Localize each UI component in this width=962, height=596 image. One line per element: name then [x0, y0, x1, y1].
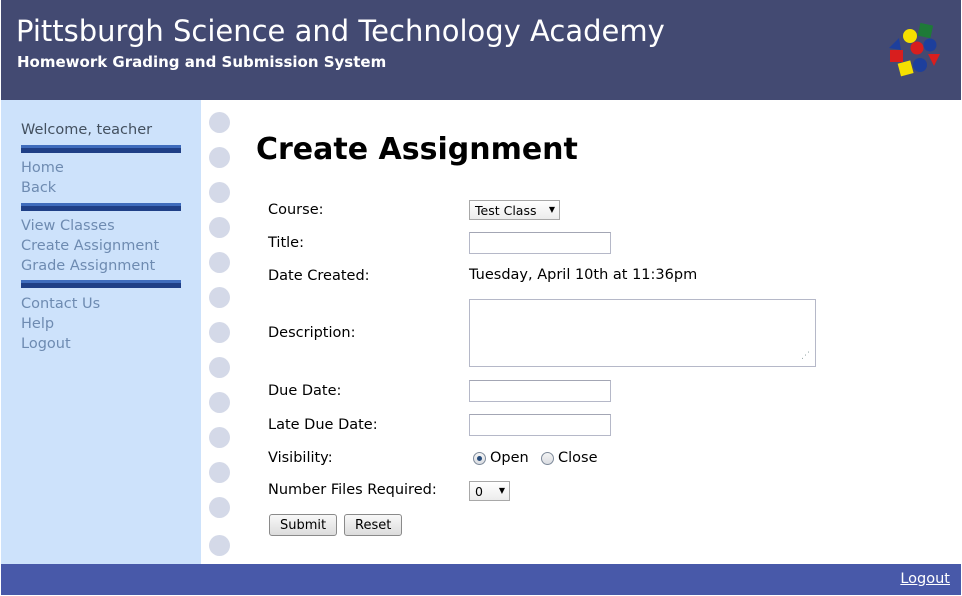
welcome-text: Welcome, teacher: [21, 122, 153, 138]
chevron-down-icon: ▼: [498, 486, 505, 495]
reset-button[interactable]: Reset: [344, 514, 403, 536]
course-select[interactable]: Test Class ▼: [469, 200, 560, 220]
site-subtitle: Homework Grading and Submission System: [17, 53, 387, 71]
sidebar-item-back[interactable]: Back: [21, 180, 56, 196]
late-due-date-label: Late Due Date:: [268, 417, 378, 433]
sidebar-divider: [21, 280, 181, 288]
description-label: Description:: [268, 325, 356, 341]
files-required-label: Number Files Required:: [268, 482, 437, 498]
sidebar-item-grade-assignment[interactable]: Grade Assignment: [21, 258, 155, 274]
sidebar-item-create-assignment[interactable]: Create Assignment: [21, 238, 159, 254]
sidebar-divider: [21, 203, 181, 211]
course-label: Course:: [268, 202, 324, 218]
visibility-close-radio[interactable]: Close: [541, 450, 598, 466]
description-textarea[interactable]: [469, 299, 816, 367]
submit-button[interactable]: Submit: [269, 514, 338, 536]
sidebar-item-help[interactable]: Help: [21, 316, 54, 332]
visibility-close-label[interactable]: Close: [558, 450, 598, 466]
chevron-down-icon: ▼: [548, 205, 555, 214]
resize-grip-icon[interactable]: ⋰: [801, 352, 810, 361]
site-title: Pittsburgh Science and Technology Academ…: [16, 14, 665, 48]
date-created-label: Date Created:: [268, 268, 370, 284]
sidebar-divider: [21, 145, 181, 153]
sidebar-item-logout[interactable]: Logout: [21, 336, 71, 352]
main-content: Create Assignment Course: Test Class ▼ T…: [201, 100, 961, 564]
date-created-value: Tuesday, April 10th at 11:36pm: [469, 267, 698, 283]
radio-unchecked-icon[interactable]: [541, 451, 554, 465]
footer-logout-link[interactable]: Logout: [900, 571, 950, 587]
visibility-open-radio[interactable]: Open: [473, 450, 529, 466]
course-select-value: Test Class: [475, 203, 537, 218]
due-date-input[interactable]: [469, 380, 611, 402]
sidebar-item-view-classes[interactable]: View Classes: [21, 218, 115, 234]
files-required-value: 0: [475, 484, 483, 499]
visibility-label: Visibility:: [268, 450, 333, 466]
page-title: Create Assignment: [256, 132, 578, 167]
files-required-select[interactable]: 0 ▼: [469, 481, 510, 501]
sidebar-item-home[interactable]: Home: [21, 160, 64, 176]
late-due-date-input[interactable]: [469, 414, 611, 436]
visibility-open-label[interactable]: Open: [490, 450, 529, 466]
title-input[interactable]: [469, 232, 611, 254]
site-header: Pittsburgh Science and Technology Academ…: [1, 0, 961, 100]
sidebar-item-contact-us[interactable]: Contact Us: [21, 296, 100, 312]
colorful-shapes-logo-icon: [889, 22, 940, 77]
radio-checked-icon[interactable]: [473, 451, 486, 465]
due-date-label: Due Date:: [268, 383, 342, 399]
title-label: Title:: [268, 235, 304, 251]
site-footer: Logout: [1, 564, 961, 595]
sidebar: Welcome, teacher Home Back View Classes …: [1, 100, 201, 564]
